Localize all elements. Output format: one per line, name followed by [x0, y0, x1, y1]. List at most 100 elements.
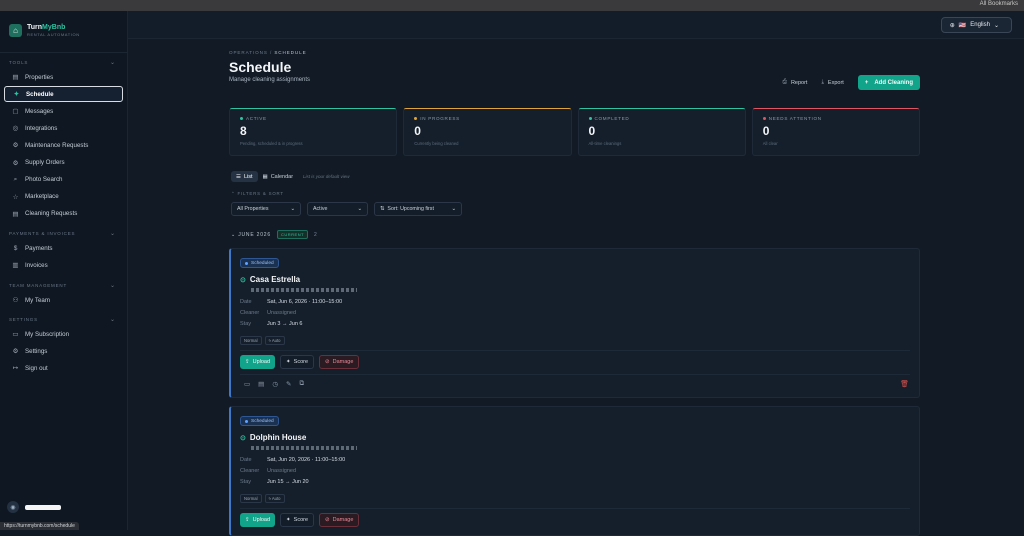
main-content: OPERATIONS / SCHEDULE Schedule Manage cl…	[229, 50, 920, 536]
status-dot-icon	[588, 117, 592, 120]
auto-tag: ϟ Auto	[264, 336, 285, 345]
comment-icon[interactable]: ▭	[244, 380, 250, 388]
sidebar-item-label: Sign out	[25, 364, 48, 372]
sidebar-item-invoices[interactable]: ▥ Invoices	[4, 257, 123, 273]
sidebar-item-my-subscription[interactable]: ▭ My Subscription	[4, 326, 123, 342]
sidebar-item-integrations[interactable]: ◎ Integrations	[4, 120, 123, 136]
export-button[interactable]: ⤓ Export	[821, 79, 843, 86]
cleaning-card[interactable]: Scheduled ⊙ Casa Estrella Date Sat, Jun 6, 2…	[229, 248, 920, 398]
tags: Normal ϟ Auto	[240, 336, 285, 345]
sidebar-item-settings[interactable]: ⚙ Settings	[4, 343, 123, 359]
edit-icon[interactable]: ✎	[286, 380, 291, 388]
card-actions: ⇪ Upload ✦ Score ⊘ Damage	[240, 513, 360, 527]
sort-select[interactable]: ⇅ Sort: Upcoming first ⌄	[374, 202, 462, 216]
stat-card[interactable]: COMPLETED 0 All-time cleanings	[577, 108, 746, 156]
report-button[interactable]: ⎙ Report	[783, 79, 808, 86]
status-dot-icon	[762, 117, 766, 120]
location-pin-icon: ⊙	[240, 434, 246, 442]
chevron-down-icon[interactable]: ⌄	[110, 282, 115, 289]
stat-value: 0	[588, 124, 596, 138]
month-label: JUNE 2026	[238, 231, 271, 238]
trash-icon[interactable]: 🗑	[900, 380, 909, 388]
chevron-down-icon[interactable]: ⌄	[110, 230, 115, 237]
add-cleaning-button[interactable]: + Add Cleaning	[857, 75, 920, 90]
sidebar-divider	[0, 52, 128, 53]
view-toggle: ☰ List ▦ Calendar List is your default vie…	[231, 171, 350, 182]
cleaning-card[interactable]: Scheduled ⊙ Dolphin House Date Sat, Jun 20, …	[229, 406, 920, 536]
stay-row: Stay Jun 15 → Jun 20	[240, 479, 309, 485]
clipboard-icon[interactable]: ▤	[258, 380, 264, 388]
sidebar-item-label: Supply Orders	[25, 159, 65, 166]
stat-label: ACTIVE	[240, 116, 386, 121]
chevron-down-icon[interactable]: ⌄	[110, 59, 115, 66]
tags: Normal ϟ Auto	[240, 494, 285, 503]
chevron-down-icon: ⌄	[231, 231, 236, 238]
stat-description: Currently being cleaned	[414, 141, 459, 146]
language-label: English	[970, 22, 990, 28]
link-status-url: https://turnmybnb.com/schedule	[0, 522, 79, 530]
stat-description: All clear	[762, 141, 778, 146]
sidebar-item-cleaning-requests[interactable]: ▤ Cleaning Requests	[4, 206, 123, 222]
report-icon: ⎙	[782, 79, 787, 85]
status-filter[interactable]: Active ⌄	[307, 202, 368, 216]
sidebar-item-label: Properties	[25, 73, 54, 81]
stat-description: All-time cleanings	[588, 141, 622, 146]
upload-button[interactable]: ⇪ Upload	[240, 355, 276, 369]
upload-button[interactable]: ⇪ Upload	[240, 513, 276, 527]
language-select[interactable]: ⊕ 🇺🇸 English ⌄	[940, 17, 1012, 33]
signout-icon: ↦	[12, 365, 19, 373]
sidebar-item-photo-search[interactable]: ⌕ Photo Search	[4, 172, 123, 188]
stat-card[interactable]: IN PROGRESS 0 Currently being cleaned	[403, 108, 572, 156]
filters-row: All Properties ⌄ Active ⌄ ⇅ Sort: Upcoming…	[231, 202, 462, 216]
priority-tag: Normal	[240, 494, 262, 503]
sidebar-item-label: Schedule	[26, 90, 54, 98]
sidebar-item-maintenance-requests[interactable]: ⚙ Maintenance Requests	[4, 137, 123, 153]
divider	[240, 350, 910, 351]
sidebar: ⌂ TurnMyBnb RENTAL AUTOMATION TOOLS ⌄ ▤ Pro…	[0, 11, 128, 530]
brand[interactable]: ⌂ TurnMyBnb RENTAL AUTOMATION	[9, 24, 80, 37]
cleaner-row: Cleaner Unassigned	[240, 310, 297, 316]
filters-toggle[interactable]: ⌃ FILTERS & SORT	[231, 191, 284, 197]
property-filter[interactable]: All Properties ⌄	[231, 202, 301, 216]
sidebar-item-label: Settings	[25, 347, 48, 355]
sidebar-item-label: Payments	[25, 244, 53, 252]
property-name[interactable]: ⊙ Dolphin House	[240, 433, 306, 442]
score-button[interactable]: ✦ Score	[280, 355, 315, 369]
damage-button[interactable]: ⊘ Damage	[319, 355, 360, 369]
sidebar-item-sign-out[interactable]: ↦ Sign out	[4, 360, 123, 376]
cleaner-row: Cleaner Unassigned	[240, 468, 297, 474]
stat-card[interactable]: NEEDS ATTENTION 0 All clear	[751, 108, 920, 156]
sidebar-item-label: Maintenance Requests	[25, 141, 89, 149]
sidebar-section-title: TEAM MANAGEMENT	[9, 283, 68, 288]
download-icon: ⤓	[821, 79, 824, 85]
sidebar-item-payments[interactable]: $ Payments	[4, 240, 123, 256]
clock-icon[interactable]: ◷	[272, 380, 278, 388]
stat-value: 0	[762, 124, 770, 138]
status-dot-icon	[245, 261, 248, 265]
user-profile[interactable]: ◉	[7, 501, 61, 513]
sidebar-item-marketplace[interactable]: ☆ Marketplace	[4, 189, 123, 205]
stats-row: ACTIVE 8 Pending, scheduled & in progress I…	[229, 108, 920, 156]
view-hint: List is your default view	[303, 174, 350, 179]
copy-icon[interactable]: ⧉	[299, 380, 304, 388]
calendar-view-button[interactable]: ▦ Calendar	[258, 171, 299, 182]
property-name[interactable]: ⊙ Casa Estrella	[240, 275, 300, 284]
month-count: 2	[314, 231, 318, 238]
sidebar-section-title: PAYMENTS & INVOICES	[9, 231, 76, 236]
sidebar-item-messages[interactable]: ▢ Messages	[4, 103, 123, 119]
sidebar-item-label: Messages	[25, 107, 54, 115]
bookmarks-label[interactable]: All Bookmarks	[980, 0, 1018, 9]
list-view-button[interactable]: ☰ List	[231, 171, 258, 182]
stat-card[interactable]: ACTIVE 8 Pending, scheduled & in progress	[229, 108, 398, 156]
package-icon: ⚙	[12, 159, 19, 167]
sparkle-icon: ✦	[286, 517, 291, 523]
sidebar-item-properties[interactable]: ▤ Properties	[4, 69, 123, 85]
sidebar-item-schedule[interactable]: ✦ Schedule	[4, 86, 123, 103]
month-group-header[interactable]: ⌄ JUNE 2026 CURRENT 2	[231, 230, 318, 239]
status-dot-icon	[414, 117, 418, 120]
score-button[interactable]: ✦ Score	[280, 513, 315, 527]
sidebar-item-supply-orders[interactable]: ⚙ Supply Orders	[4, 155, 123, 171]
sidebar-item-my-team[interactable]: ⚇ My Team	[4, 292, 123, 308]
damage-button[interactable]: ⊘ Damage	[319, 513, 360, 527]
chevron-down-icon[interactable]: ⌄	[110, 316, 115, 323]
